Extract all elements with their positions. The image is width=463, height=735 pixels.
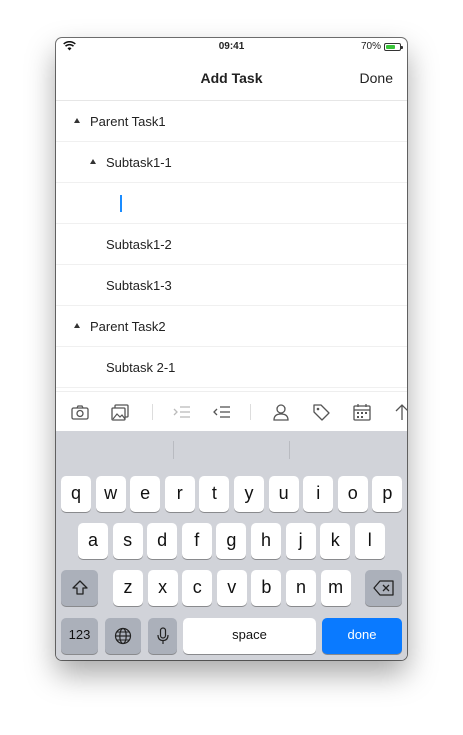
key-j[interactable]: j	[285, 523, 316, 559]
tag-icon[interactable]	[311, 402, 331, 422]
backspace-key[interactable]	[365, 570, 402, 606]
key-t[interactable]: t	[199, 476, 230, 512]
task-row-subtask1-1[interactable]: Subtask1-1	[56, 142, 407, 183]
key-v[interactable]: v	[216, 570, 247, 606]
key-b[interactable]: b	[251, 570, 282, 606]
task-row-subtask1-2[interactable]: Subtask1-2	[56, 224, 407, 265]
task-row-subtask2-1[interactable]: Subtask 2-1	[56, 347, 407, 388]
battery-indicator: 70%	[360, 41, 403, 52]
toolbar-divider	[250, 404, 251, 420]
globe-key[interactable]	[105, 618, 141, 654]
page-title: Add Task	[200, 70, 263, 86]
outdent-icon[interactable]	[212, 402, 232, 422]
status-time: 09:41	[218, 41, 245, 52]
key-i[interactable]: i	[303, 476, 334, 512]
key-g[interactable]: g	[216, 523, 247, 559]
task-label: Subtask1-1	[106, 155, 172, 170]
key-l[interactable]: l	[354, 523, 385, 559]
text-cursor	[120, 195, 122, 212]
task-row-parent-task2[interactable]: Parent Task2	[56, 306, 407, 347]
navigation-bar: Add Task Done	[56, 56, 407, 101]
calendar-icon[interactable]	[352, 402, 372, 422]
person-icon[interactable]	[271, 402, 291, 422]
suggestion-divider	[289, 441, 290, 459]
key-c[interactable]: c	[182, 570, 213, 606]
arrow-up-icon[interactable]	[392, 402, 407, 422]
suggestion-divider	[173, 441, 174, 459]
key-q[interactable]: q	[61, 476, 91, 512]
task-list: Parent Task1 Subtask1-1 Subtask1-2 Subta…	[56, 101, 407, 388]
key-n[interactable]: n	[286, 570, 316, 606]
shift-key[interactable]	[61, 570, 98, 606]
microphone-key[interactable]	[148, 618, 177, 654]
key-w[interactable]: w	[95, 476, 126, 512]
key-o[interactable]: o	[337, 476, 368, 512]
status-bar: 09:41 70%	[56, 38, 407, 56]
suggestion-bar	[56, 431, 407, 469]
key-u[interactable]: u	[268, 476, 299, 512]
phone-screen: 09:41 70% Add Task Done Parent Task1 Sub…	[56, 38, 407, 660]
camera-icon[interactable]	[70, 402, 90, 422]
key-k[interactable]: k	[320, 523, 351, 559]
key-z[interactable]: z	[113, 570, 143, 606]
key-x[interactable]: x	[147, 570, 178, 606]
key-d[interactable]: d	[147, 523, 178, 559]
key-s[interactable]: s	[112, 523, 143, 559]
collapse-triangle-icon[interactable]	[74, 323, 80, 328]
toolbar-divider	[152, 404, 153, 420]
key-e[interactable]: e	[130, 476, 161, 512]
collapse-triangle-icon[interactable]	[90, 159, 96, 164]
task-label: Subtask1-3	[106, 278, 172, 293]
done-button[interactable]: Done	[360, 70, 393, 86]
task-label: Parent Task2	[90, 319, 166, 334]
battery-icon	[384, 42, 403, 51]
collapse-triangle-icon[interactable]	[74, 118, 80, 123]
keyboard-done-key[interactable]: done	[322, 618, 402, 654]
indent-icon[interactable]	[172, 402, 192, 422]
task-label: Subtask1-2	[106, 237, 172, 252]
key-r[interactable]: r	[164, 476, 195, 512]
image-icon[interactable]	[110, 402, 130, 422]
keyboard: qwertyuiop asdfghjkl zxcvbnm 123 space d…	[56, 431, 407, 660]
key-f[interactable]: f	[181, 523, 212, 559]
key-h[interactable]: h	[251, 523, 281, 559]
key-p[interactable]: p	[372, 476, 403, 512]
key-m[interactable]: m	[320, 570, 351, 606]
key-a[interactable]: a	[78, 523, 108, 559]
key-y[interactable]: y	[234, 476, 264, 512]
task-row-new-input[interactable]	[56, 183, 407, 224]
numbers-key[interactable]: 123	[61, 618, 98, 654]
space-key[interactable]: space	[183, 618, 316, 654]
battery-percent: 70%	[360, 41, 381, 52]
task-label: Subtask 2-1	[106, 360, 176, 375]
task-label: Parent Task1	[90, 114, 166, 129]
task-row-subtask1-3[interactable]: Subtask1-3	[56, 265, 407, 306]
task-row-parent-task1[interactable]: Parent Task1	[56, 101, 407, 142]
editing-toolbar	[56, 391, 407, 432]
